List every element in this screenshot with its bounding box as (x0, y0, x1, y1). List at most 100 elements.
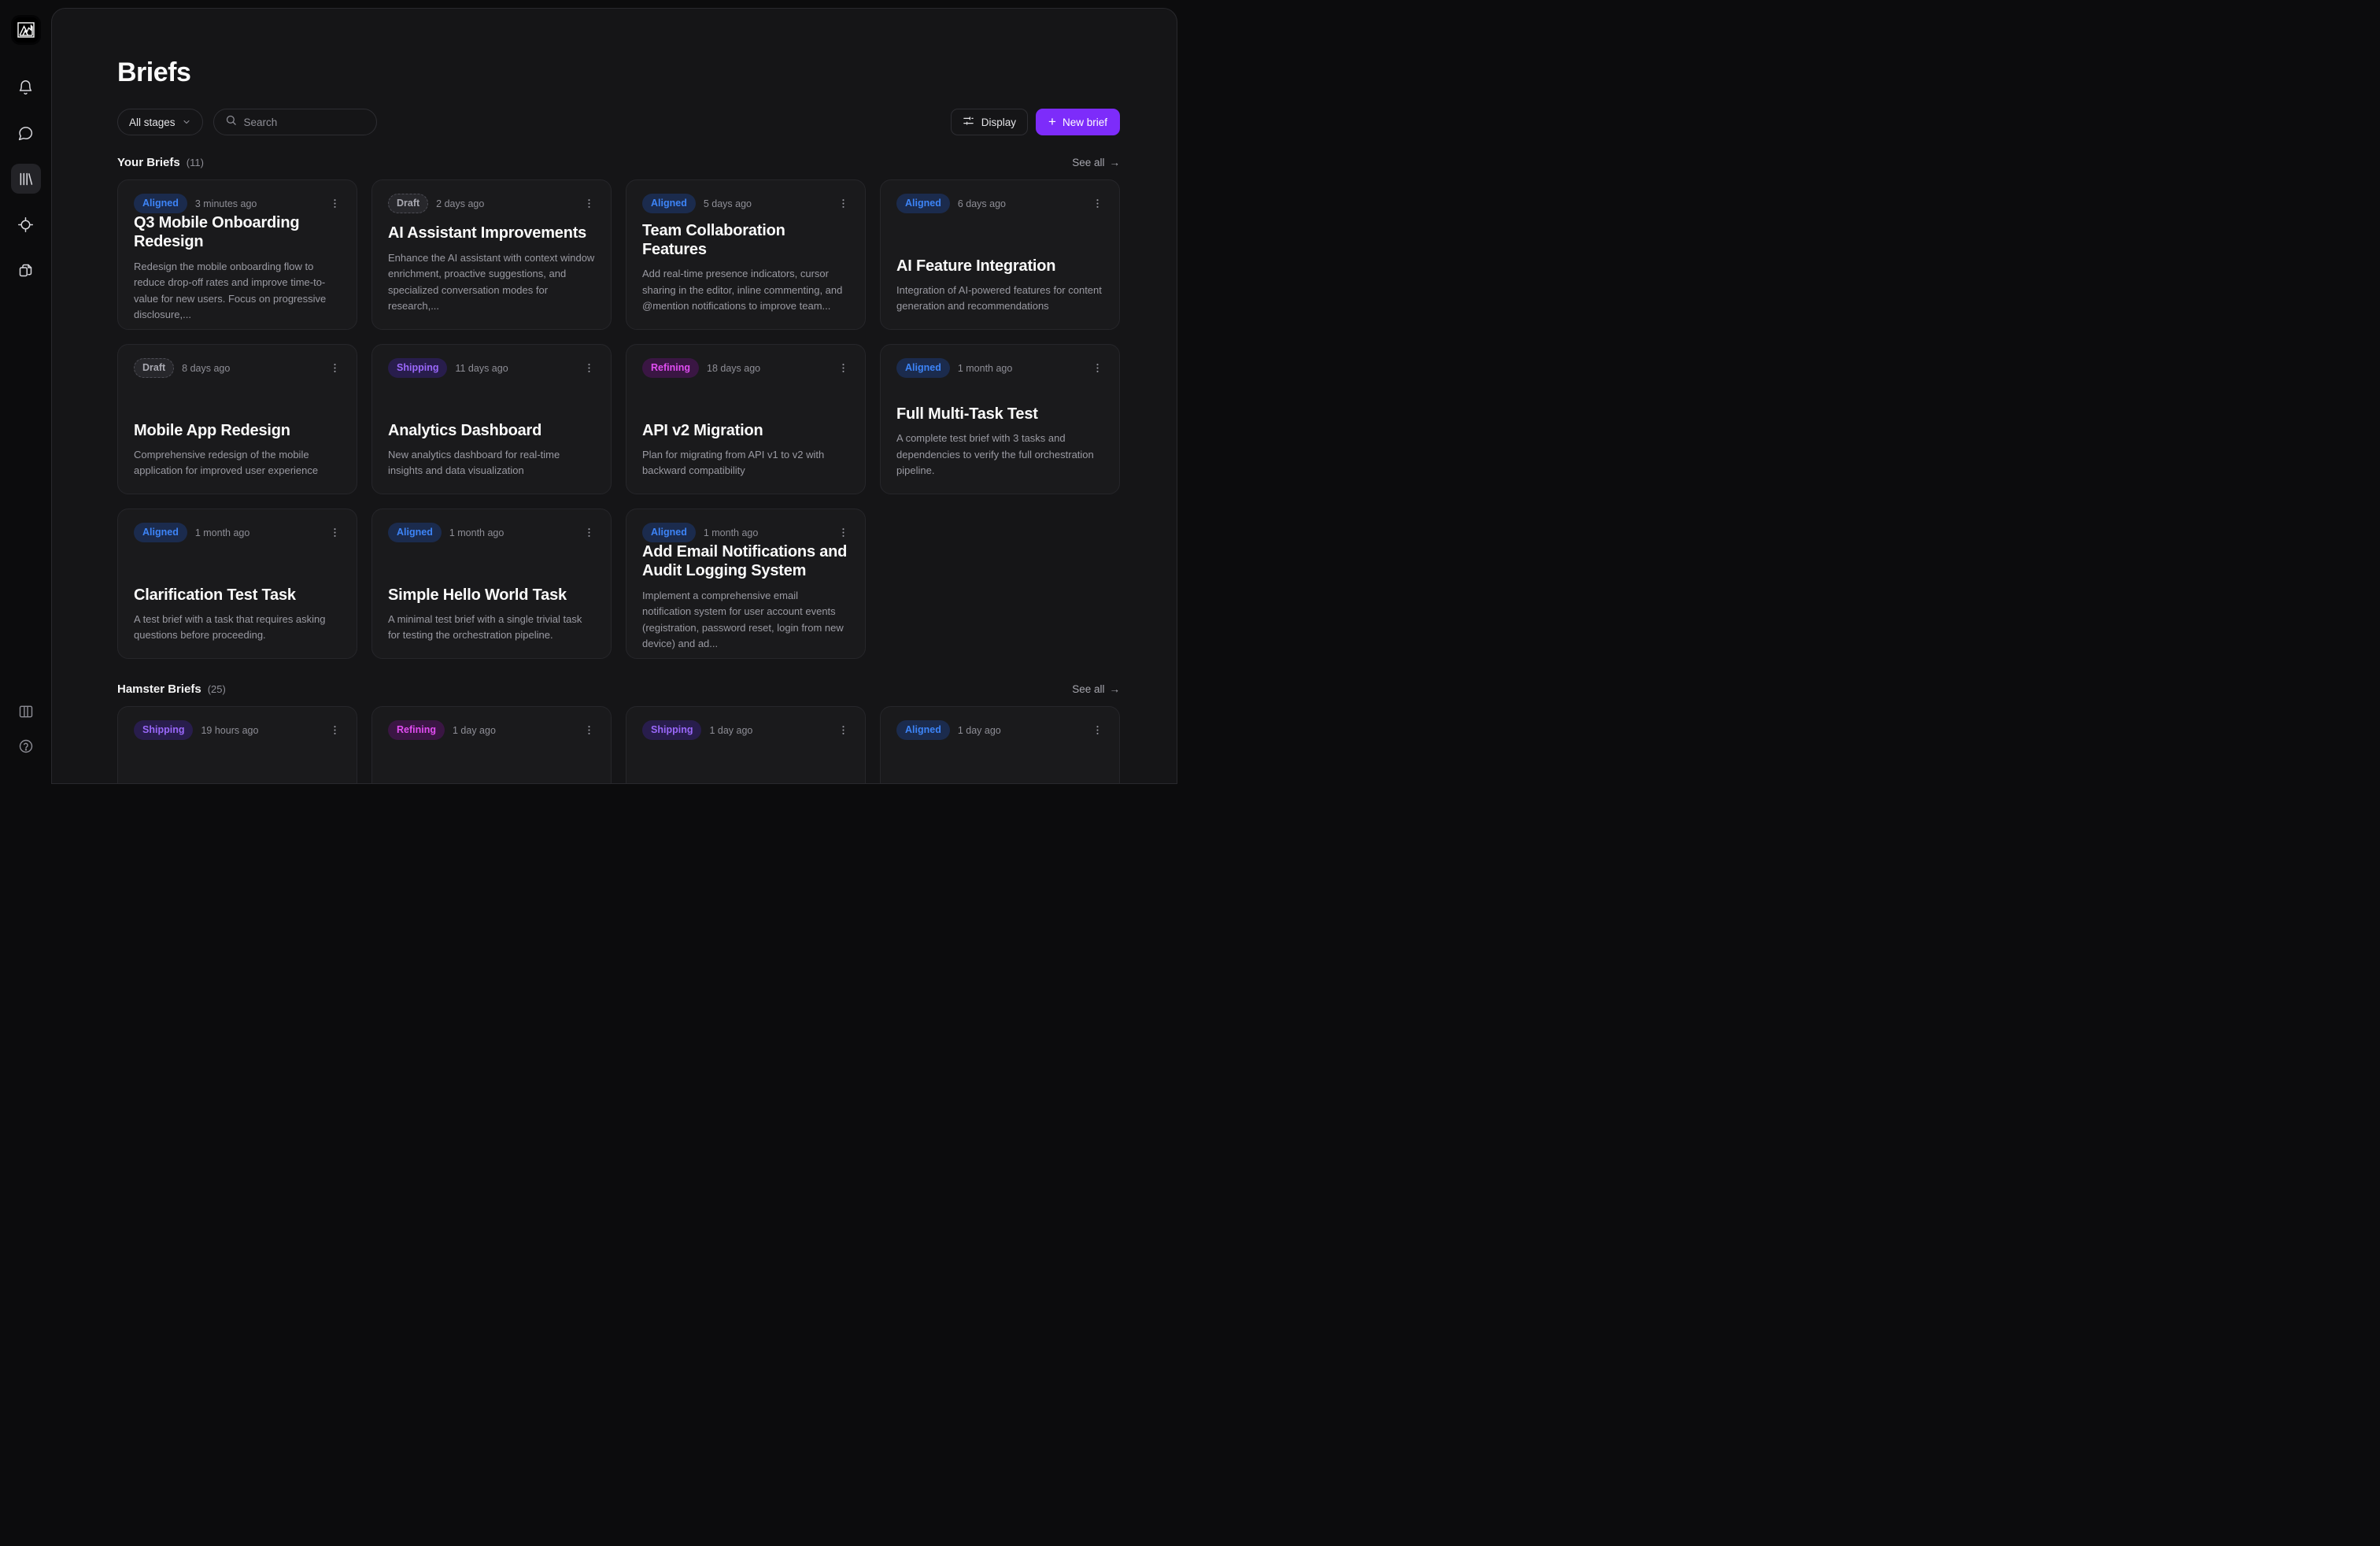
brief-title: Clarification Test Task (134, 586, 341, 605)
see-all-label: See all (1072, 683, 1104, 695)
chevron-down-icon (182, 117, 191, 127)
brief-card[interactable]: Refining 18 days ago API v2 Migration Pl… (626, 344, 866, 494)
brief-title: Full Multi-Task Test (896, 405, 1103, 423)
more-options-icon[interactable] (583, 527, 595, 538)
status-badge: Refining (388, 720, 445, 740)
more-options-icon[interactable] (837, 527, 849, 538)
timestamp: 2 days ago (436, 198, 484, 209)
more-options-icon[interactable] (583, 362, 595, 374)
brief-title: AI Feature Integration (896, 257, 1103, 276)
section-count: (11) (187, 157, 204, 168)
new-brief-button-label: New brief (1062, 117, 1107, 128)
see-all-link[interactable]: See all → (1072, 157, 1120, 168)
target-icon[interactable] (11, 209, 41, 239)
brief-description: A complete test brief with 3 tasks and d… (896, 431, 1103, 479)
status-badge: Aligned (642, 194, 696, 213)
status-badge: Aligned (896, 194, 950, 213)
more-options-icon[interactable] (837, 724, 849, 736)
stage-filter-label: All stages (129, 117, 176, 128)
display-button-label: Display (981, 117, 1016, 128)
more-options-icon[interactable] (583, 198, 595, 209)
stage-filter-dropdown[interactable]: All stages (117, 109, 203, 135)
more-options-icon[interactable] (1092, 724, 1103, 736)
status-badge: Refining (642, 358, 699, 378)
brief-card[interactable]: Draft 2 days ago AI Assistant Improvemen… (371, 179, 612, 330)
page-title: Briefs (117, 57, 1120, 88)
timestamp: 1 day ago (453, 725, 496, 736)
status-badge: Aligned (134, 194, 187, 213)
brief-card[interactable]: Aligned 1 month ago Add Email Notificati… (626, 509, 866, 659)
status-badge: Aligned (388, 523, 442, 542)
plus-icon: + (1048, 115, 1056, 128)
brief-description: Add real-time presence indicators, curso… (642, 266, 849, 315)
brief-title: API v2 Migration (642, 421, 849, 440)
brief-card[interactable]: Aligned 1 month ago Clarification Test T… (117, 509, 357, 659)
status-badge: Aligned (896, 358, 950, 378)
library-icon[interactable] (11, 164, 41, 194)
more-options-icon[interactable] (1092, 362, 1103, 374)
brief-description: Implement a comprehensive email notifica… (642, 588, 849, 653)
help-icon[interactable] (13, 734, 39, 759)
brief-description: A minimal test brief with a single trivi… (388, 612, 595, 644)
timestamp: 1 month ago (195, 527, 250, 538)
more-options-icon[interactable] (329, 362, 341, 374)
brief-card[interactable]: Aligned 1 day ago (880, 706, 1120, 784)
timestamp: 19 hours ago (201, 725, 258, 736)
brief-card[interactable]: Aligned 3 minutes ago Q3 Mobile Onboardi… (117, 179, 357, 330)
brief-card[interactable]: Draft 8 days ago Mobile App Redesign Com… (117, 344, 357, 494)
brief-card[interactable]: Shipping 19 hours ago (117, 706, 357, 784)
copy-pages-icon[interactable] (11, 255, 41, 285)
brief-title: Q3 Mobile Onboarding Redesign (134, 213, 341, 252)
section-title: Hamster Briefs (117, 682, 201, 696)
display-settings-icon (963, 115, 974, 129)
status-badge: Aligned (134, 523, 187, 542)
brief-description: Plan for migrating from API v1 to v2 wit… (642, 447, 849, 479)
status-badge: Aligned (642, 523, 696, 542)
brief-title: Analytics Dashboard (388, 421, 595, 440)
new-brief-button[interactable]: + New brief (1036, 109, 1120, 135)
notifications-bell-icon[interactable] (11, 72, 41, 102)
brief-title: Add Email Notifications and Audit Loggin… (642, 542, 849, 581)
brief-card[interactable]: Shipping 11 days ago Analytics Dashboard… (371, 344, 612, 494)
brief-card[interactable]: Aligned 6 days ago AI Feature Integratio… (880, 179, 1120, 330)
brief-description: Redesign the mobile onboarding flow to r… (134, 259, 341, 324)
brief-description: Integration of AI-powered features for c… (896, 283, 1103, 315)
main-panel: Briefs All stages (51, 8, 1177, 784)
brief-card[interactable]: Aligned 1 month ago Full Multi-Task Test… (880, 344, 1120, 494)
chat-icon[interactable] (11, 118, 41, 148)
brief-card[interactable]: Shipping 1 day ago (626, 706, 866, 784)
briefs-grid: Shipping 19 hours ago Refining 1 day ago (117, 706, 1120, 784)
brief-card[interactable]: Aligned 5 days ago Team Collaboration Fe… (626, 179, 866, 330)
timestamp: 3 minutes ago (195, 198, 257, 209)
arrow-right-icon: → (1110, 683, 1121, 695)
more-options-icon[interactable] (837, 362, 849, 374)
timestamp: 1 day ago (958, 725, 1001, 736)
see-all-label: See all (1072, 157, 1104, 168)
brief-title: Simple Hello World Task (388, 586, 595, 605)
more-options-icon[interactable] (1092, 198, 1103, 209)
app-logo-icon (17, 20, 35, 39)
status-badge: Shipping (642, 720, 701, 740)
timestamp: 11 days ago (455, 363, 508, 374)
brief-title: Team Collaboration Features (642, 221, 849, 260)
brief-title: AI Assistant Improvements (388, 224, 595, 242)
search-input[interactable] (244, 117, 365, 128)
brief-description: Comprehensive redesign of the mobile app… (134, 447, 341, 479)
more-options-icon[interactable] (329, 527, 341, 538)
brief-card[interactable]: Aligned 1 month ago Simple Hello World T… (371, 509, 612, 659)
timestamp: 1 month ago (704, 527, 759, 538)
status-badge: Aligned (896, 720, 950, 740)
see-all-link[interactable]: See all → (1072, 683, 1120, 695)
more-options-icon[interactable] (583, 724, 595, 736)
app-logo[interactable] (13, 17, 39, 43)
columns-layout-icon[interactable] (13, 699, 39, 724)
timestamp: 8 days ago (182, 363, 230, 374)
more-options-icon[interactable] (329, 724, 341, 736)
more-options-icon[interactable] (837, 198, 849, 209)
toolbar: All stages (117, 109, 1120, 135)
section-title: Your Briefs (117, 156, 180, 169)
briefs-grid: Aligned 3 minutes ago Q3 Mobile Onboardi… (117, 179, 1120, 659)
more-options-icon[interactable] (329, 198, 341, 209)
display-button[interactable]: Display (951, 109, 1028, 135)
brief-card[interactable]: Refining 1 day ago (371, 706, 612, 784)
